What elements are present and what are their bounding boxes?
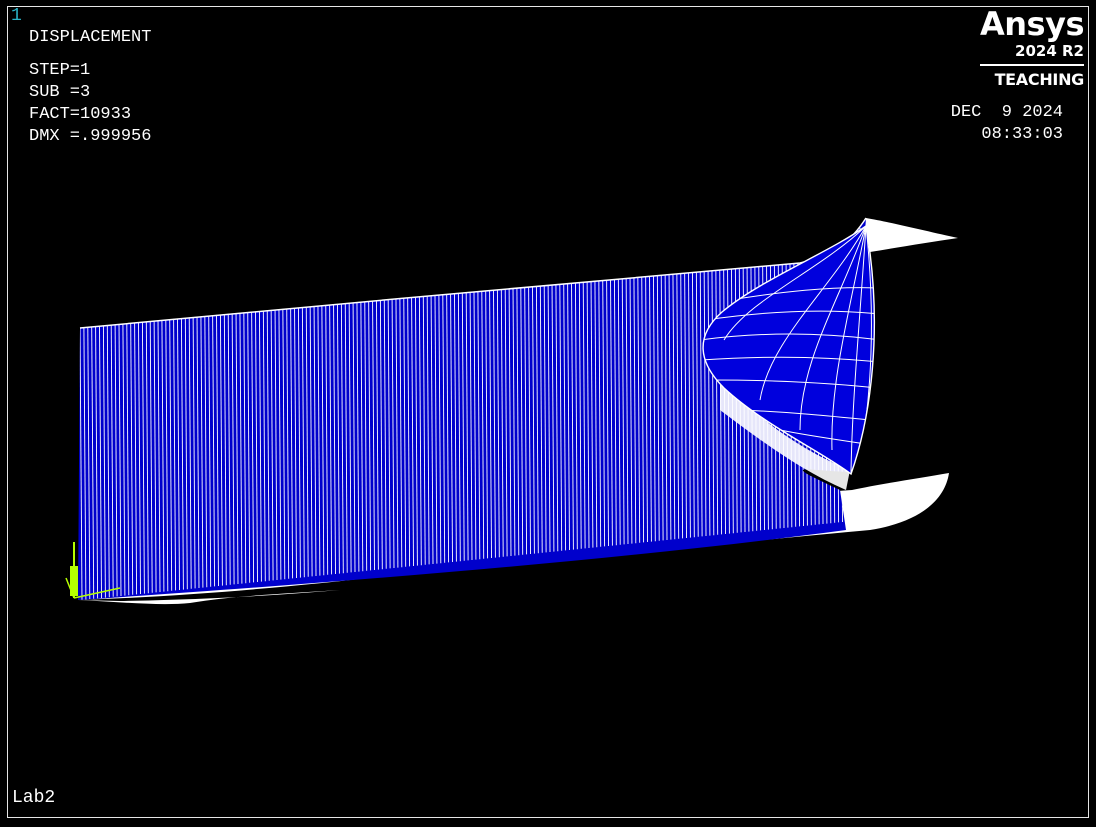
result-title: DISPLACEMENT (29, 28, 152, 47)
plot-time: 08:33:03 (981, 125, 1063, 144)
plot-date: DEC 9 2024 (950, 103, 1063, 122)
ansys-logo: Ansys 2024 R2 TEACHING (968, 5, 1085, 90)
logo-divider (980, 64, 1084, 66)
scale-factor-label: FACT=10933 (29, 105, 132, 124)
substep-label: SUB =3 (29, 83, 91, 102)
max-displacement-label: DMX =.999956 (29, 127, 152, 146)
jobname-label: Lab2 (12, 788, 56, 808)
graphics-viewport[interactable]: 1 DISPLACEMENT STEP=1 SUB =3 FACT=10933 … (0, 0, 1096, 827)
deformed-mesh-plot (65, 217, 958, 605)
window-number: 1 (11, 6, 22, 26)
logo-name: Ansys (980, 5, 1085, 43)
step-label: STEP=1 (29, 61, 91, 80)
logo-version: 2024 R2 (1015, 42, 1084, 60)
logo-edition: TEACHING (994, 70, 1085, 89)
